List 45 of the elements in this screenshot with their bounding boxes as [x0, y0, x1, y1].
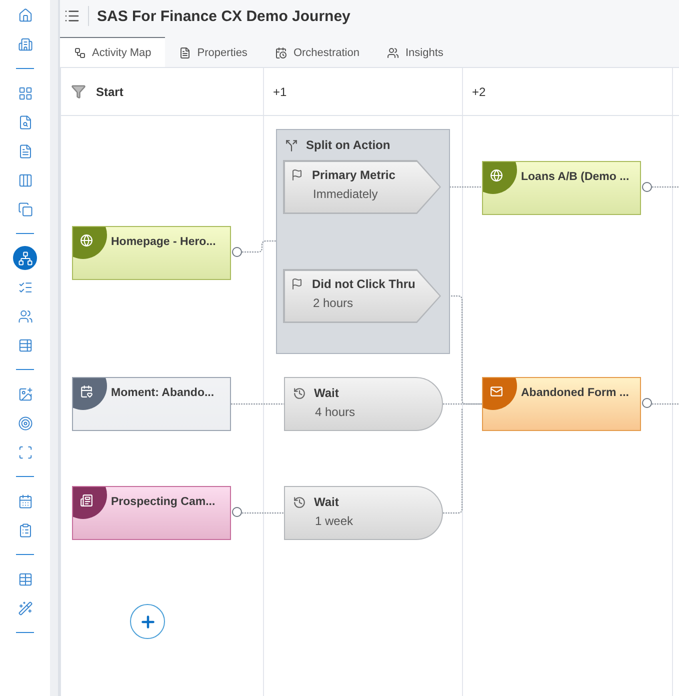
journey-map-icon[interactable] [13, 246, 37, 270]
history-icon [293, 387, 306, 400]
output-port[interactable] [642, 398, 652, 408]
wait-node[interactable]: Wait 4 hours [284, 377, 443, 431]
tab[interactable]: Activity Map [60, 37, 166, 67]
plus-icon [138, 612, 156, 630]
column-header: +1 [273, 84, 287, 98]
tab[interactable]: Orchestration [261, 37, 374, 67]
web-activity-node[interactable]: Loans A/B (Demo ... [482, 161, 641, 215]
branch-node[interactable]: Primary Metric Immediately [283, 160, 441, 214]
calendar-clock-icon [275, 46, 288, 58]
workflow-icon [74, 46, 86, 58]
globe-icon [490, 169, 503, 182]
column-header: +2 [472, 84, 486, 98]
tab[interactable]: Insights [373, 37, 458, 67]
envelope-icon [490, 385, 503, 398]
connector-line [242, 240, 276, 252]
users-icon [387, 46, 400, 58]
flag-icon [291, 278, 303, 290]
branch-node[interactable]: Did not Click Thru 2 hours [283, 269, 441, 323]
document-icon [179, 46, 192, 58]
history-icon [293, 496, 306, 509]
email-activity-node[interactable]: Abandoned Form ... [482, 377, 641, 431]
globe-icon [80, 234, 93, 247]
split-node[interactable]: Split on Action Primary Metric Immediately Did not Click Thru 2 hours [276, 129, 450, 354]
output-port[interactable] [232, 507, 242, 517]
split-icon [285, 138, 298, 152]
output-port[interactable] [642, 182, 652, 192]
journey-title: SAS For Finance CX Demo Journey [97, 8, 350, 24]
add-button[interactable] [130, 604, 165, 639]
calendar-icon [80, 385, 93, 398]
moment-activity-node[interactable]: Moment: Abando... [72, 377, 231, 431]
split-title: Split on Action [306, 138, 390, 152]
wait-node[interactable]: Wait 1 week [284, 486, 443, 540]
direct-activity-node[interactable]: Prospecting Cam... [72, 486, 231, 540]
connector-line [242, 512, 284, 514]
flag-icon [291, 169, 303, 181]
filter-icon [71, 84, 86, 99]
web-activity-node[interactable]: Homepage - Hero... [72, 226, 231, 280]
column-header: Start [96, 84, 124, 98]
connector-line [652, 186, 679, 188]
output-port[interactable] [232, 247, 242, 257]
tab[interactable]: Properties [165, 37, 262, 67]
menu-icon[interactable] [64, 6, 89, 26]
document-icon [80, 494, 93, 507]
